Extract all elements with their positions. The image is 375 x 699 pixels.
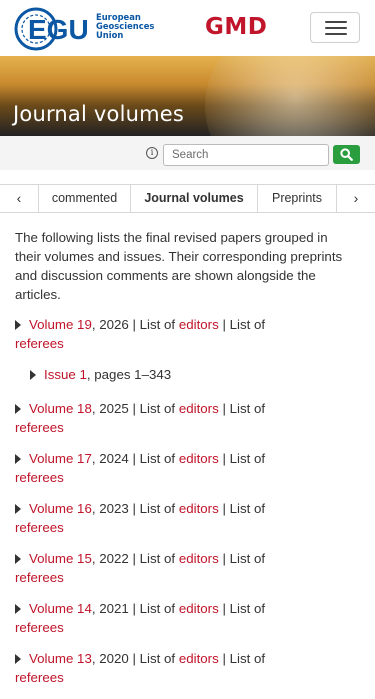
referees-link[interactable]: referees <box>15 668 355 687</box>
volume-link[interactable]: Volume 16 <box>29 501 92 516</box>
volume-link[interactable]: Volume 13 <box>29 651 92 666</box>
volume-year: , 2022 | List of <box>91 551 179 566</box>
volume-year: , 2025 | List of <box>91 401 179 416</box>
tabs-prev-button[interactable]: ‹ <box>0 185 39 212</box>
editors-link[interactable]: editors <box>179 601 219 616</box>
volume-link[interactable]: Volume 17 <box>29 451 92 466</box>
journal-logo[interactable]: GMD <box>205 14 267 40</box>
tab-preprints[interactable]: Preprints <box>258 185 337 212</box>
volume-year: , 2023 | List of <box>91 501 179 516</box>
referees-link[interactable]: referees <box>15 518 355 537</box>
volume-sep: | List of <box>218 551 266 566</box>
volume-item: Volume 15, 2022 | List of editors | List… <box>15 549 355 587</box>
volume-item: Volume 17, 2024 | List of editors | List… <box>15 449 355 487</box>
page-banner: Journal volumes <box>0 56 375 136</box>
tabs-next-button[interactable]: › <box>337 185 375 212</box>
site-header: EGU European Geosciences Union GMD <box>0 0 375 56</box>
referees-link[interactable]: referees <box>15 618 355 637</box>
egu-logo-text: EGU <box>28 14 89 45</box>
volume-link[interactable]: Volume 18 <box>29 401 92 416</box>
volume-year: , 2021 | List of <box>91 601 179 616</box>
volume-item: Volume 14, 2021 | List of editors | List… <box>15 599 355 637</box>
editors-link[interactable]: editors <box>179 651 219 666</box>
page-title: Journal volumes <box>13 102 185 126</box>
expand-arrow-icon[interactable] <box>15 404 21 414</box>
hamburger-menu-icon-bar <box>325 33 347 35</box>
search-bar: i <box>0 136 375 170</box>
referees-link[interactable]: referees <box>15 418 355 437</box>
volume-year: , 2024 | List of <box>91 451 179 466</box>
referees-link[interactable]: referees <box>15 334 355 353</box>
egu-logo[interactable]: EGU <box>14 4 96 54</box>
hamburger-menu-icon-bar <box>325 27 347 29</box>
volume-item: Volume 13, 2020 | List of editors | List… <box>15 649 355 687</box>
issue-item: Issue 1, pages 1–343 <box>15 365 355 384</box>
main-content: The following lists the final revised pa… <box>15 228 355 699</box>
info-icon[interactable]: i <box>146 147 158 159</box>
volume-sep: | List of <box>218 601 266 616</box>
section-tabs: ‹ commented Journal volumes Preprints › <box>0 184 375 213</box>
intro-text: The following lists the final revised pa… <box>15 230 343 302</box>
search-button[interactable] <box>333 145 360 164</box>
editors-link[interactable]: editors <box>179 501 219 516</box>
egu-name-line-3: Union <box>96 30 124 40</box>
editors-link[interactable]: editors <box>179 451 219 466</box>
volume-item: Volume 16, 2023 | List of editors | List… <box>15 499 355 537</box>
volume-sep: | List of <box>218 451 266 466</box>
hamburger-menu-button[interactable] <box>310 12 360 43</box>
expand-arrow-icon[interactable] <box>15 604 21 614</box>
volume-item: Volume 19, 2026 | List of editors | List… <box>15 315 355 353</box>
volume-item: Volume 18, 2025 | List of editors | List… <box>15 399 355 437</box>
volume-sep: | List of <box>218 651 266 666</box>
expand-arrow-icon[interactable] <box>15 454 21 464</box>
search-input[interactable] <box>163 144 329 166</box>
volume-sep: | List of <box>218 317 266 332</box>
banner-globe-image <box>205 56 375 136</box>
chevron-left-icon: ‹ <box>16 190 22 206</box>
volume-link[interactable]: Volume 19 <box>29 317 92 332</box>
editors-link[interactable]: editors <box>179 317 219 332</box>
volume-year: , 2020 | List of <box>91 651 179 666</box>
tab-commented[interactable]: commented <box>39 185 131 212</box>
volume-sep: | List of <box>218 401 266 416</box>
expand-arrow-icon[interactable] <box>30 370 36 380</box>
issue-pages: , pages 1–343 <box>86 367 172 382</box>
referees-link[interactable]: referees <box>15 568 355 587</box>
egu-name: European Geosciences Union <box>96 13 154 40</box>
volume-sep: | List of <box>218 501 266 516</box>
expand-arrow-icon[interactable] <box>15 654 21 664</box>
editors-link[interactable]: editors <box>179 551 219 566</box>
volume-link[interactable]: Volume 14 <box>29 601 92 616</box>
referees-link[interactable]: referees <box>15 468 355 487</box>
chevron-right-icon: › <box>353 190 359 206</box>
hamburger-menu-icon <box>325 21 347 23</box>
volume-year: , 2026 | List of <box>91 317 179 332</box>
editors-link[interactable]: editors <box>179 401 219 416</box>
expand-arrow-icon[interactable] <box>15 320 21 330</box>
expand-arrow-icon[interactable] <box>15 554 21 564</box>
expand-arrow-icon[interactable] <box>15 504 21 514</box>
search-icon <box>340 148 353 161</box>
issue-link[interactable]: Issue 1 <box>44 367 87 382</box>
tab-journal-volumes[interactable]: Journal volumes <box>131 185 258 212</box>
volume-link[interactable]: Volume 15 <box>29 551 92 566</box>
